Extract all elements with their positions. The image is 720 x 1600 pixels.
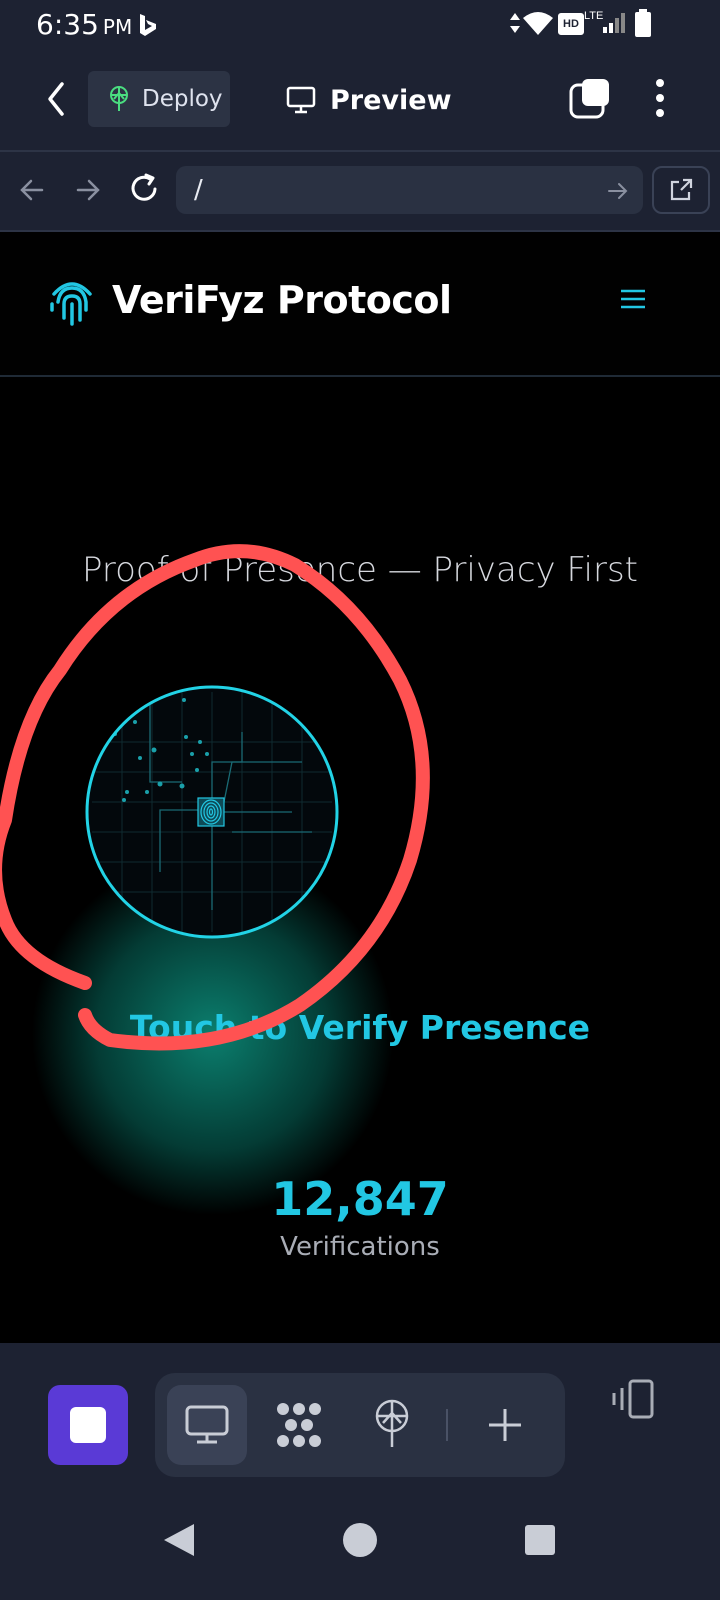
- tab-preview[interactable]: Preview: [286, 78, 452, 122]
- status-time: 6:35 PM: [36, 8, 133, 41]
- system-back-icon[interactable]: [162, 1522, 196, 1558]
- system-recents-icon[interactable]: [524, 1524, 556, 1556]
- deploy-icon: [110, 86, 128, 111]
- verifications-count: 12,847: [271, 1172, 449, 1226]
- site-preview: VeriFyz Protocol Proof of Presence — Pri…: [0, 232, 720, 1342]
- url-input[interactable]: /: [176, 166, 643, 214]
- fingerprint-scanner[interactable]: [82, 682, 342, 942]
- site-header: VeriFyz Protocol: [0, 232, 720, 377]
- stop-icon: [70, 1407, 106, 1443]
- open-external-button[interactable]: [652, 166, 710, 214]
- nav-forward-icon[interactable]: [74, 176, 102, 204]
- fingerprint-logo-icon: [50, 282, 92, 326]
- bottom-toolbar: [0, 1343, 720, 1478]
- monitor-icon: [286, 86, 316, 114]
- more-options-icon[interactable]: [652, 78, 668, 120]
- status-bar: 6:35 PM HD LTE: [0, 0, 720, 50]
- tabs-switcher-icon[interactable]: [568, 76, 612, 120]
- add-icon[interactable]: [485, 1405, 525, 1445]
- wifi-icon: [523, 12, 553, 35]
- battery-icon: [635, 9, 651, 37]
- network-type: LTE: [584, 10, 604, 22]
- url-path: /: [194, 175, 203, 205]
- data-arrows-icon: [510, 13, 520, 33]
- signal-icon: [603, 13, 625, 33]
- url-bar: /: [0, 152, 720, 232]
- monitor-icon: [185, 1405, 229, 1444]
- app-header: Deploy Preview: [0, 50, 720, 152]
- reload-icon[interactable]: [128, 172, 160, 206]
- nav-back-icon[interactable]: [18, 176, 46, 204]
- menu-icon[interactable]: [620, 288, 646, 310]
- preview-tool-button[interactable]: [167, 1385, 247, 1465]
- tool-group: [155, 1373, 565, 1477]
- deploy-label: Deploy: [142, 86, 223, 112]
- deploy-icon[interactable]: [373, 1399, 411, 1449]
- workflow-icon[interactable]: [275, 1401, 323, 1449]
- bing-icon: [140, 14, 156, 36]
- tagline: Proof of Presence — Privacy First: [81, 550, 639, 590]
- device-toggle-icon[interactable]: [608, 1378, 656, 1420]
- hd-badge: HD: [558, 13, 584, 35]
- back-icon[interactable]: [42, 80, 70, 118]
- deploy-button[interactable]: Deploy: [88, 71, 230, 127]
- stop-button[interactable]: [48, 1385, 128, 1465]
- go-arrow-icon[interactable]: [607, 180, 629, 202]
- toolbar-divider: [446, 1409, 448, 1441]
- external-link-icon: [670, 178, 693, 201]
- verify-presence-button[interactable]: Touch to Verify Presence: [0, 1008, 720, 1047]
- verifications-label: Verifications: [280, 1232, 440, 1262]
- system-home-icon[interactable]: [342, 1522, 378, 1558]
- preview-label: Preview: [330, 84, 452, 116]
- brand-name: VeriFyz Protocol: [112, 278, 452, 322]
- system-navigation-bar: [0, 1478, 720, 1600]
